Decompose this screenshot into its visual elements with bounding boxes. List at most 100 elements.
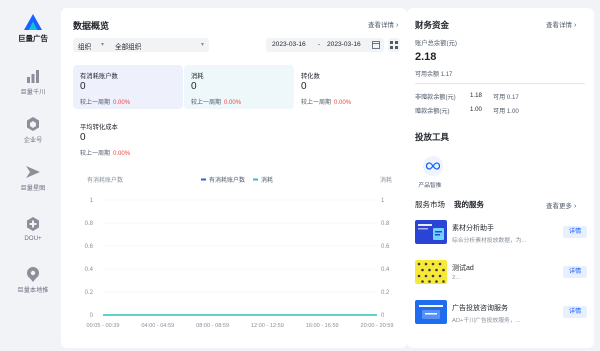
available-label: 可用	[493, 94, 506, 101]
infinity-loop-icon	[426, 162, 440, 170]
sidebar-item-label: DOU+	[24, 235, 42, 242]
y-tick-right: 0.4	[381, 267, 390, 273]
finance-view-detail-link[interactable]: 查看详情 ›	[546, 19, 576, 29]
sidebar-item-label: 企业号	[23, 137, 43, 144]
sidebar-item-dou-plus[interactable]: DOU+	[0, 216, 66, 242]
available-value: 1.00	[506, 108, 519, 115]
sidebar-item-qianchuan[interactable]: 巨量千川	[0, 68, 66, 96]
brand-label: 巨量广告	[18, 34, 48, 43]
y-tick-right: 0	[381, 313, 385, 319]
tools-title: 投放工具	[415, 132, 450, 142]
service-detail-button[interactable]: 详情	[563, 266, 587, 278]
view-more-label: 查看更多	[546, 203, 572, 210]
service-description: 2...	[452, 275, 461, 281]
y-tick-left: 1	[90, 198, 94, 204]
organization-select[interactable]: 组织 ▾ 全部组织 ▾	[73, 38, 209, 52]
total-balance-value: 2.18	[415, 51, 437, 63]
grid-icon	[390, 41, 398, 49]
date-separator: -	[318, 41, 321, 48]
service-detail-button[interactable]: 详情	[563, 306, 587, 318]
y-tick-left: 0.8	[85, 221, 94, 227]
compare-label: 较上一周期	[80, 100, 111, 106]
sidebar-item-xingtu[interactable]: 巨量星图	[0, 164, 66, 192]
compare-percent: 0.00%	[334, 100, 352, 106]
balance-label: 赠款余额(元)	[415, 108, 450, 115]
sidebar-item-label: 巨量星图	[20, 185, 46, 192]
services-view-more-link[interactable]: 查看更多 ›	[546, 200, 576, 210]
date-start: 2023-03-16	[272, 41, 306, 48]
tool-product-smart-push[interactable]: 产品智推	[418, 156, 447, 189]
y-tick-left: 0	[90, 313, 94, 319]
compare-percent: 0.00%	[113, 151, 131, 157]
metric-label: 有消耗账户数	[80, 73, 118, 80]
service-name: 广告投放咨询服务	[452, 305, 508, 312]
service-thumbnail	[415, 260, 447, 284]
service-item[interactable]: 素材分析助手 综合分析素材投放数据，为... 详情	[415, 220, 587, 246]
available-label: 可用	[493, 108, 506, 115]
metric-card-spend[interactable]: 消耗 0 较上一周期 0.00%	[184, 65, 294, 109]
service-description: AD+千川广告投放服务，...	[452, 318, 521, 324]
sidebar-item-label: 巨量本地推	[17, 287, 49, 294]
trend-chart: 有消耗账户数 消耗 有消耗账户数 消耗 1 1 0.8 0.8 0.6 0.6 0.4 0.4 0.2 0…	[61, 174, 407, 348]
sidebar-item-enterprise[interactable]: 企业号	[0, 116, 66, 144]
y-tick-right: 1	[381, 198, 385, 204]
x-tick-label: 04:00 - 04:59	[141, 323, 174, 329]
metric-value: 0	[191, 81, 197, 92]
service-thumbnail	[415, 300, 447, 324]
hexagon-cube-icon	[27, 117, 39, 131]
finance-title: 财务资金	[415, 20, 450, 30]
chevron-right-icon: ›	[396, 22, 399, 29]
metric-value: 0	[80, 81, 86, 92]
dou-plus-icon	[27, 217, 39, 231]
x-tick-label: 16:00 - 16:59	[306, 323, 339, 329]
legend-swatch	[253, 178, 258, 181]
x-tick-label: 12:00 - 12:59	[251, 323, 284, 329]
available-label: 可用余额	[415, 72, 440, 78]
date-range-picker[interactable]: 2023-03-16 - 2023-03-16	[266, 38, 384, 52]
available-value: 0.17	[506, 94, 519, 101]
x-tick-label: 00:05 - 00:39	[87, 323, 120, 329]
service-detail-button[interactable]: 详情	[563, 226, 587, 238]
total-balance-label: 账户总余额(元)	[415, 40, 457, 47]
legend-swatch	[201, 178, 206, 181]
service-item[interactable]: 测试ad 2... 详情	[415, 260, 587, 286]
view-detail-label: 查看详情	[546, 22, 572, 29]
overview-view-detail-link[interactable]: 查看详情 ›	[368, 19, 398, 29]
tab-my-services[interactable]: 我的服务	[454, 199, 484, 210]
chevron-right-icon: ›	[574, 22, 577, 29]
available-balance: 可用余额 1.17	[415, 69, 452, 78]
metric-compare: 较上一周期 0.00%	[80, 148, 130, 157]
sidebar: 巨量广告 巨量千川 企业号 巨量星图 DOU+ 巨量本地推	[0, 0, 66, 351]
metric-card-active-accounts[interactable]: 有消耗账户数 0 较上一周期 0.00%	[73, 65, 183, 109]
app: 巨量广告 巨量千川 企业号 巨量星图 DOU+ 巨量本地推 数据概览 查看详情 …	[0, 0, 600, 351]
chevron-down-icon: ▾	[200, 42, 204, 48]
date-end: 2023-03-16	[327, 41, 361, 48]
divider	[415, 83, 585, 84]
trend-chart-svg: 有消耗账户数 消耗 有消耗账户数 消耗 1 1 0.8 0.8 0.6 0.6 0.4 0.4 0.2 0…	[85, 176, 394, 329]
service-item[interactable]: 广告投放咨询服务 AD+千川广告投放服务，... 详情	[415, 300, 587, 326]
chevron-right-icon: ›	[574, 203, 577, 210]
overview-title: 数据概览	[73, 21, 110, 31]
metric-card-avg-conversion-cost[interactable]: 平均转化成本 0 较上一周期 0.00%	[73, 116, 183, 160]
y-tick-left: 0.6	[85, 244, 94, 250]
y-tick-right: 0.6	[381, 244, 390, 250]
tool-label: 产品智推	[418, 183, 442, 189]
organization-select-label: 组织	[78, 44, 92, 51]
service-thumbnail	[415, 220, 447, 244]
tab-service-market[interactable]: 服务市场	[415, 199, 445, 210]
sidebar-item-local-push[interactable]: 巨量本地推	[0, 266, 66, 294]
service-name: 素材分析助手	[452, 225, 494, 232]
calendar-icon	[372, 41, 380, 49]
brand[interactable]: 巨量广告	[0, 14, 66, 44]
material-analysis-thumbnail	[415, 220, 447, 244]
legend-label: 有消耗账户数	[209, 176, 245, 184]
y-tick-right: 0.8	[381, 221, 390, 227]
y-tick-right: 0.2	[381, 290, 390, 296]
view-detail-label: 查看详情	[368, 22, 394, 29]
legend-label: 消耗	[261, 176, 273, 184]
y-tick-left: 0.4	[85, 267, 94, 273]
compare-label: 较上一周期	[301, 100, 332, 106]
service-description: 综合分析素材投放数据，为...	[452, 238, 527, 244]
layout-toggle-button[interactable]	[388, 38, 400, 52]
metric-card-conversions[interactable]: 转化数 0 较上一周期 0.00%	[294, 65, 404, 109]
